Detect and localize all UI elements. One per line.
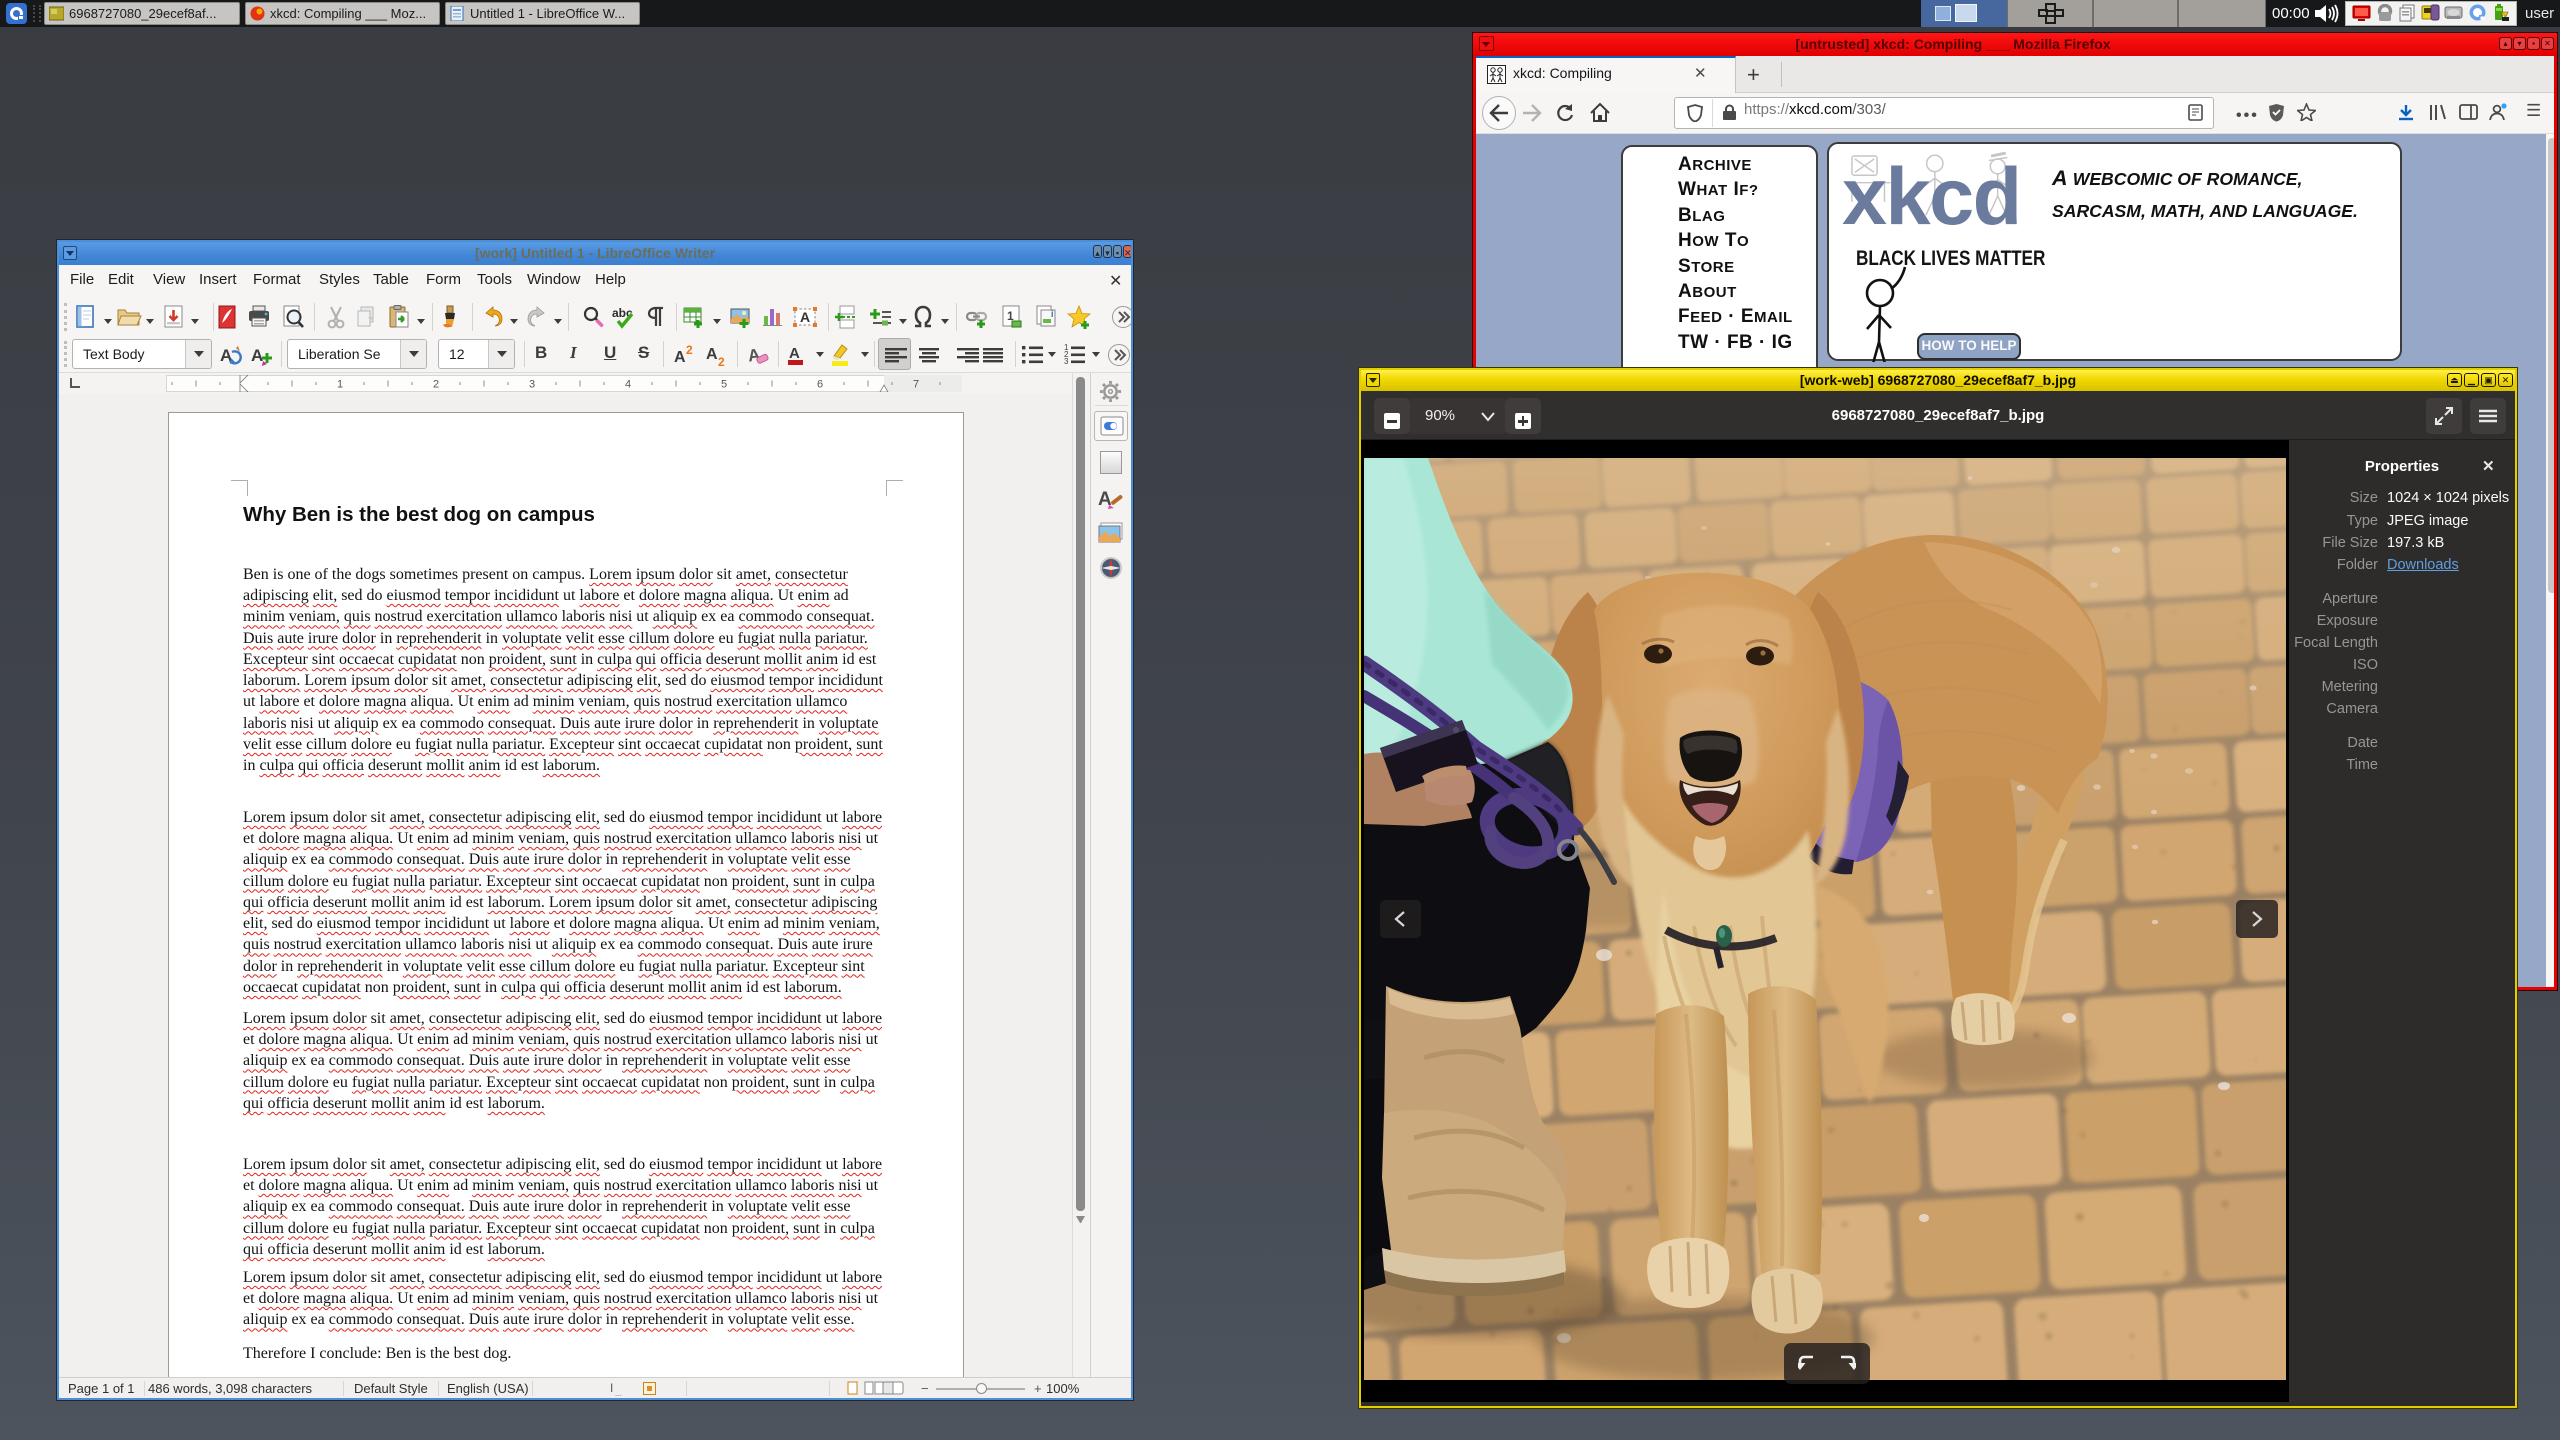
svg-text:4: 4 bbox=[625, 379, 631, 391]
svg-text:A: A bbox=[789, 345, 800, 362]
svg-text:A: A bbox=[706, 346, 718, 363]
svg-text:2: 2 bbox=[433, 379, 439, 391]
svg-text:A: A bbox=[674, 349, 686, 366]
svg-text:1: 1 bbox=[337, 379, 343, 391]
svg-text:6: 6 bbox=[817, 379, 823, 391]
svg-text:2: 2 bbox=[686, 343, 693, 357]
svg-text:A: A bbox=[800, 309, 810, 325]
svg-text:5: 5 bbox=[721, 379, 727, 391]
svg-text:i: i bbox=[1051, 309, 1054, 319]
svg-text:2: 2 bbox=[718, 355, 725, 368]
svg-text:3: 3 bbox=[529, 379, 535, 391]
svg-text:3: 3 bbox=[1064, 357, 1069, 366]
svg-text:7: 7 bbox=[913, 379, 919, 391]
svg-text:A: A bbox=[251, 346, 263, 365]
